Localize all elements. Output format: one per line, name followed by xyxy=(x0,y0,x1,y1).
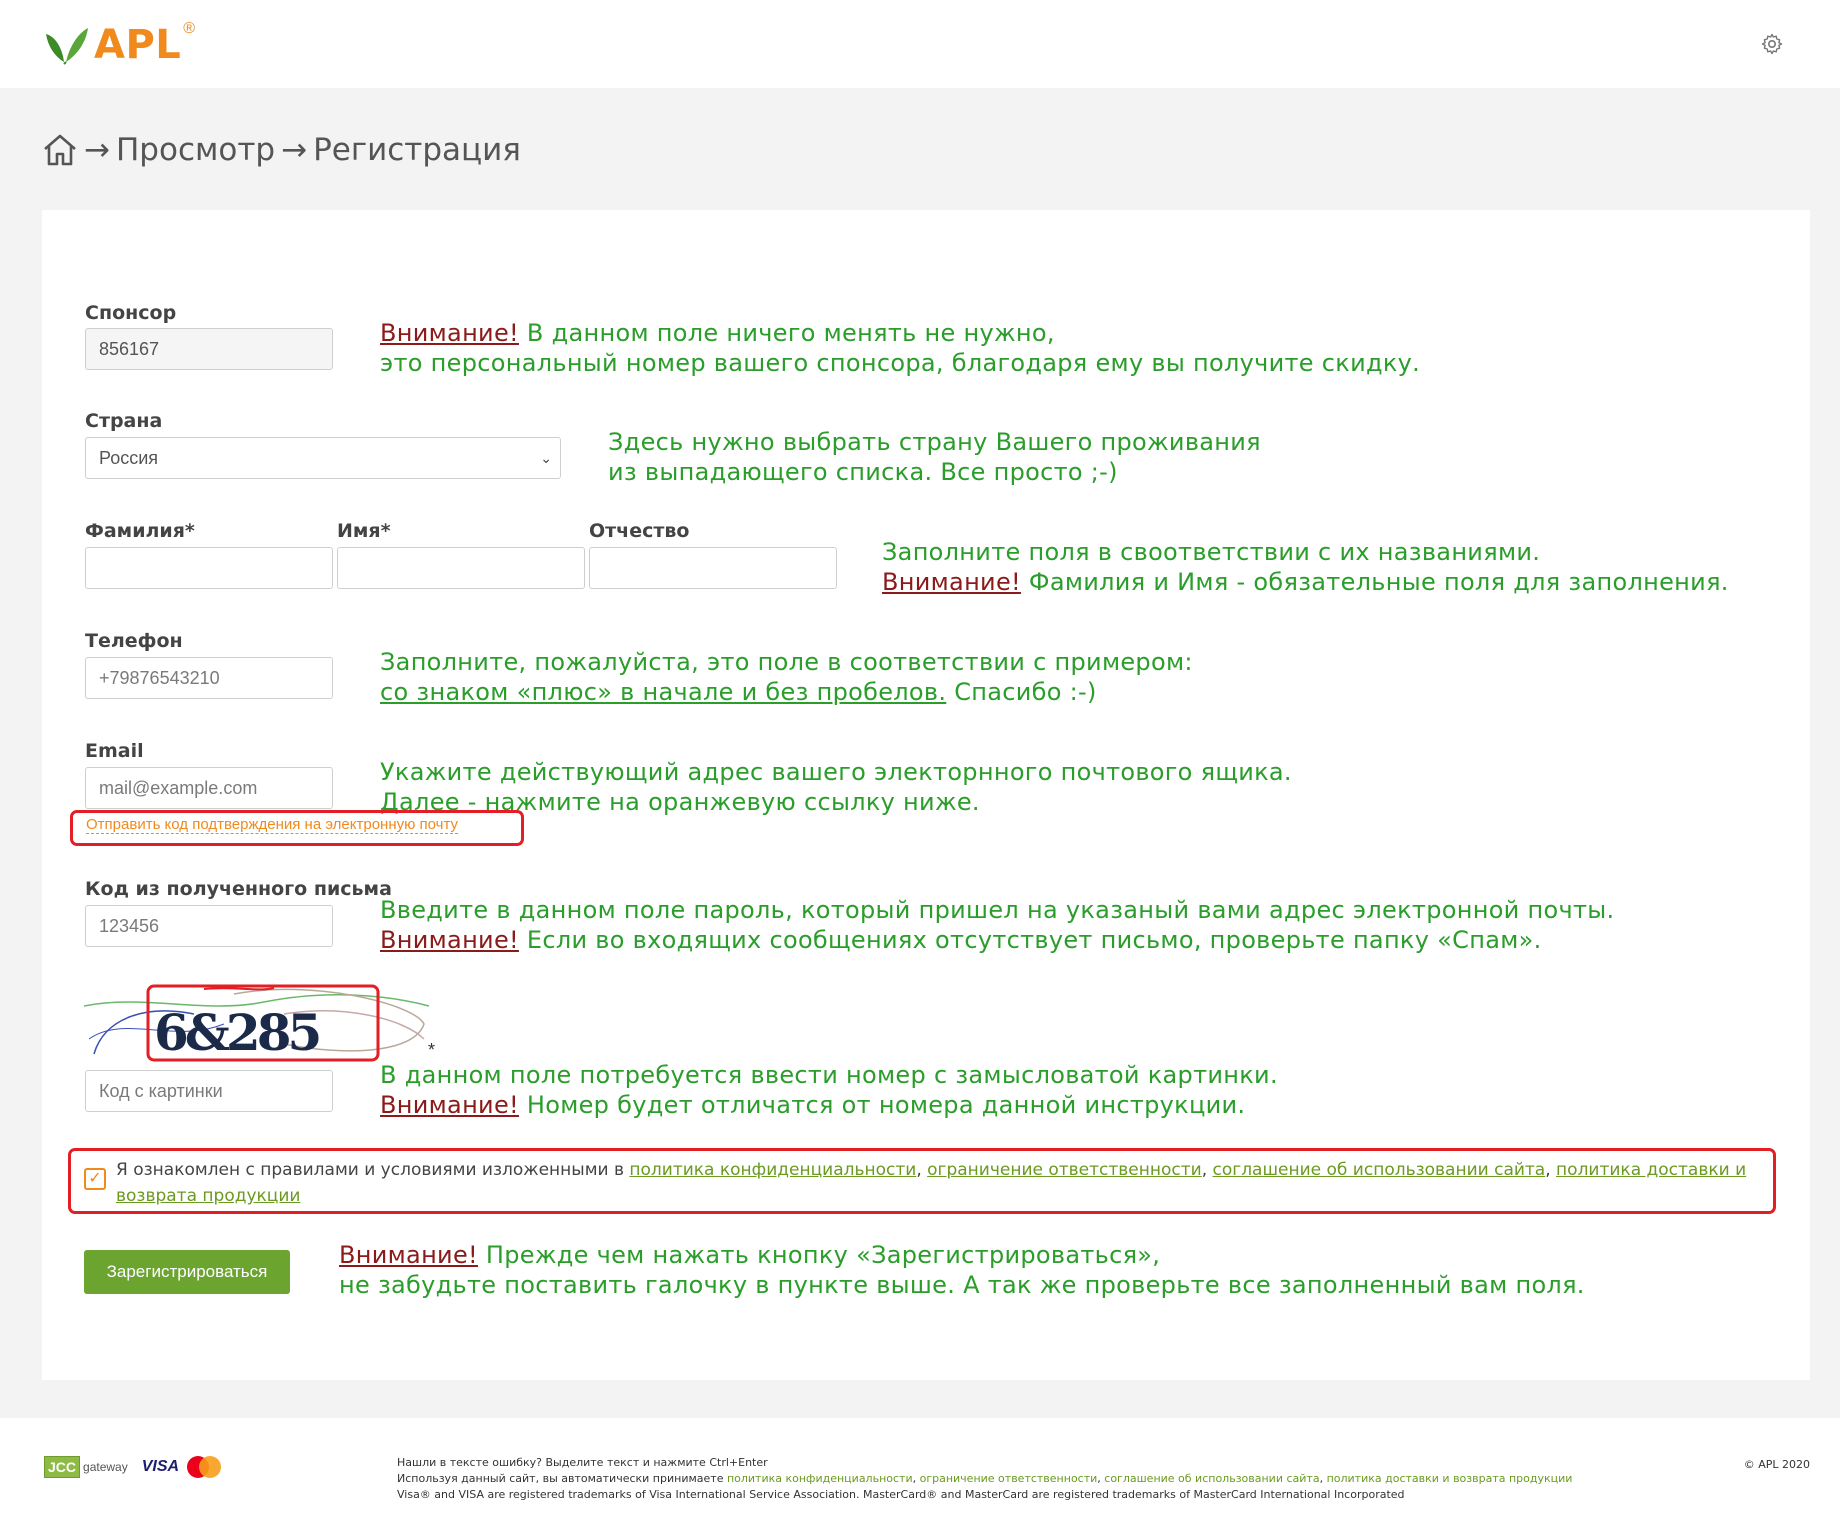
breadcrumb: → Просмотр → Регистрация xyxy=(42,130,527,170)
submit-note-line2: не забудьте поставить галочку в пункте в… xyxy=(339,1271,1585,1299)
phone-note: Заполните, пожалуйста, это поле в соотве… xyxy=(380,647,1193,707)
agreement-checkbox[interactable]: ✓ xyxy=(84,1168,106,1190)
footer-liability-link[interactable]: ограничение ответственности xyxy=(920,1472,1098,1485)
footer-line2-prefix: Используя данный сайт, вы автоматически … xyxy=(397,1472,727,1485)
phone-label: Телефон xyxy=(85,630,183,652)
names-note-line1: Заполните поля в своответствии с их назв… xyxy=(882,538,1541,566)
submit-note-line1: Прежде чем нажать кнопку «Зарегистрирова… xyxy=(477,1241,1161,1269)
attention-label: Внимание! xyxy=(339,1241,478,1269)
lastname-input[interactable] xyxy=(85,547,333,589)
captcha-image: 6&285 xyxy=(84,984,430,1062)
footer-text: Нашли в тексте ошибку? Выделите текст и … xyxy=(397,1455,1572,1503)
code-note: Введите в данном поле пароль, который пр… xyxy=(380,895,1614,955)
site-terms-link[interactable]: соглашение об использовании сайта xyxy=(1213,1160,1546,1180)
footer-line2: Используя данный сайт, вы автоматически … xyxy=(397,1472,1573,1485)
gear-icon[interactable] xyxy=(1760,32,1784,56)
phone-input[interactable]: +79876543210 xyxy=(85,657,333,699)
attention-label: Внимание! xyxy=(882,568,1021,596)
code-note-line2: Если во входящих сообщениях отсутствует … xyxy=(518,926,1542,954)
country-select[interactable]: Россия ⌄ xyxy=(85,437,561,479)
mastercard-icon xyxy=(187,1456,222,1478)
chevron-down-icon: ⌄ xyxy=(540,450,552,466)
sponsor-input[interactable]: 856167 xyxy=(85,328,333,370)
breadcrumb-separator: → xyxy=(281,132,308,168)
payment-logos: JCC gateway VISA xyxy=(44,1456,222,1478)
country-note-line2: из выпадающего списка. Все просто ;-) xyxy=(608,458,1118,486)
country-note-line1: Здесь нужно выбрать страну Вашего прожив… xyxy=(608,428,1261,456)
email-note-line1: Укажите действующий адрес вашего электор… xyxy=(380,758,1292,786)
phone-note-line2: со знаком «плюс» в начале и без пробелов… xyxy=(380,678,947,706)
lastname-label: Фамилия* xyxy=(85,520,195,542)
email-label: Email xyxy=(85,740,144,762)
logo[interactable]: APL ® xyxy=(44,20,196,68)
code-label: Код из полученного письма xyxy=(85,878,392,900)
jcc-gateway-text: gateway xyxy=(83,1460,128,1474)
agreement-prefix: Я ознакомлен с правилами и условиями изл… xyxy=(116,1160,630,1180)
footer-line3: Visa® and VISA are registered trademarks… xyxy=(397,1488,1405,1501)
privacy-policy-link[interactable]: политика конфиденциальности xyxy=(629,1160,916,1180)
code-input[interactable]: 123456 xyxy=(85,905,333,947)
liability-link[interactable]: ограничение ответственности xyxy=(927,1160,1202,1180)
sponsor-note-line2: это персональный номер вашего спонсора, … xyxy=(380,349,1421,377)
phone-note-line3: Спасибо :-) xyxy=(946,678,1097,706)
home-icon[interactable] xyxy=(42,132,78,168)
captcha-required-star: * xyxy=(428,1040,436,1060)
register-button[interactable]: Зарегистрироваться xyxy=(84,1250,290,1294)
code-note-line1: Введите в данном поле пароль, который пр… xyxy=(380,896,1615,924)
visa-logo: VISA xyxy=(141,1458,180,1475)
captcha-input[interactable]: Код с картинки xyxy=(85,1070,333,1112)
names-note-line2: Фамилия и Имя - обязательные поля для за… xyxy=(1020,568,1729,596)
country-selected-value: Россия xyxy=(99,447,159,468)
send-code-link[interactable]: Отправить код подтверждения на электронн… xyxy=(86,816,459,834)
captcha-code-text: 6&285 xyxy=(154,1003,319,1062)
middlename-input[interactable] xyxy=(589,547,837,589)
logo-text: APL xyxy=(94,22,182,68)
agreement-text: Я ознакомлен с правилами и условиями изл… xyxy=(116,1160,1747,1206)
footer-delivery-link[interactable]: политика доставки и возврата продукции xyxy=(1327,1472,1573,1485)
sponsor-label: Спонсор xyxy=(85,302,177,324)
email-input[interactable]: mail@example.com xyxy=(85,767,333,809)
country-label: Страна xyxy=(85,410,163,432)
breadcrumb-separator: → xyxy=(84,132,110,168)
attention-label: Внимание! xyxy=(380,319,519,347)
logo-registered-mark: ® xyxy=(183,20,196,37)
sponsor-note-line1: В данном поле ничего менять не нужно, xyxy=(518,319,1055,347)
country-note: Здесь нужно выбрать страну Вашего прожив… xyxy=(608,427,1261,487)
copyright: © APL 2020 xyxy=(1743,1458,1810,1471)
sponsor-note: Внимание! В данном поле ничего менять не… xyxy=(380,318,1420,378)
top-bar: APL ® xyxy=(0,0,1840,88)
firstname-input[interactable] xyxy=(337,547,585,589)
captcha-note: В данном поле потребуется ввести номер с… xyxy=(380,1060,1278,1120)
firstname-label: Имя* xyxy=(337,520,391,542)
breadcrumb-view-link[interactable]: Просмотр xyxy=(116,132,275,168)
jcc-logo-text: JCC xyxy=(44,1456,81,1478)
jcc-logo: JCC gateway xyxy=(44,1456,128,1478)
names-note: Заполните поля в своответствии с их назв… xyxy=(882,537,1729,597)
footer-privacy-link[interactable]: политика конфиденциальности xyxy=(727,1472,913,1485)
middlename-label: Отчество xyxy=(589,520,690,542)
attention-label: Внимание! xyxy=(380,926,519,954)
attention-label: Внимание! xyxy=(380,1091,519,1119)
footer-line1: Нашли в тексте ошибку? Выделите текст и … xyxy=(397,1456,768,1469)
breadcrumb-current: Регистрация xyxy=(313,132,521,168)
footer: JCC gateway VISA Нашли в тексте ошибку? … xyxy=(0,1418,1840,1540)
captcha-note-line2: Номер будет отличатся от номера данной и… xyxy=(518,1091,1246,1119)
email-note: Укажите действующий адрес вашего электор… xyxy=(380,757,1292,817)
captcha-note-line1: В данном поле потребуется ввести номер с… xyxy=(380,1061,1278,1089)
leaf-icon xyxy=(46,28,88,65)
phone-note-line1: Заполните, пожалуйста, это поле в соотве… xyxy=(380,648,1193,676)
footer-terms-link[interactable]: соглашение об использовании сайта xyxy=(1104,1472,1319,1485)
submit-note: Внимание! Прежде чем нажать кнопку «Заре… xyxy=(339,1240,1585,1300)
